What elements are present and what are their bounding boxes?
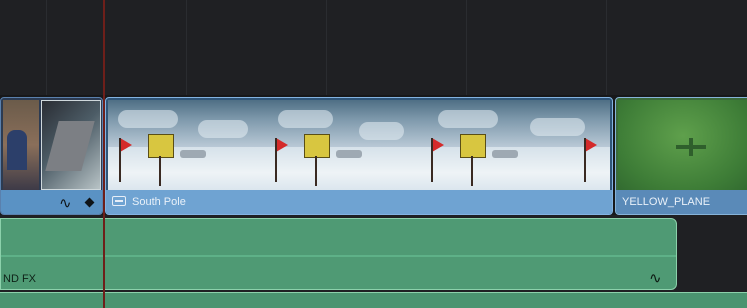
playhead[interactable] <box>103 0 105 308</box>
clip-label-text: YELLOW_PLANE <box>622 196 711 209</box>
clip-label-text: South Pole <box>132 196 186 209</box>
clip-thumbnail <box>420 100 610 190</box>
clip-thumbnail-selected <box>41 100 101 190</box>
flag-image <box>585 138 597 152</box>
audio-clip-label: ND FX <box>3 273 36 285</box>
video-clip-icon <box>112 196 126 207</box>
clip-thumbnail <box>108 100 264 190</box>
sign-image <box>148 134 174 158</box>
grid-line <box>46 0 47 95</box>
clip-previous[interactable]: ∿ <box>0 97 103 215</box>
clip-label: South Pole <box>106 190 612 214</box>
plane-shadow <box>689 138 693 156</box>
poster-image <box>45 121 95 171</box>
audio-clip[interactable]: ND FX ∿ <box>0 218 677 290</box>
flag-image <box>276 138 288 152</box>
clip-thumbnail <box>264 100 420 190</box>
flag-image <box>120 138 132 152</box>
sign-image <box>460 134 486 158</box>
clip-thumbnail <box>618 100 747 190</box>
timeline[interactable]: ∿ South Pole YELLOW_PLANE ND FX ∿ <box>0 0 747 308</box>
clip-yellow-plane[interactable]: YELLOW_PLANE <box>615 97 747 215</box>
clip-thumbnail <box>3 100 39 190</box>
plane-image <box>492 150 518 158</box>
plane-image <box>180 150 206 158</box>
flag-image <box>432 138 444 152</box>
audio-clip-lower[interactable] <box>0 292 747 308</box>
grid-line <box>326 0 327 95</box>
grid-line <box>186 0 187 95</box>
grid-line <box>606 0 607 95</box>
clip-south-pole[interactable]: South Pole <box>105 97 613 215</box>
grid-line <box>466 0 467 95</box>
plane-image <box>336 150 362 158</box>
audio-waveform-icon[interactable]: ∿ <box>649 269 662 287</box>
clip-label: YELLOW_PLANE <box>616 190 747 214</box>
person-figure <box>7 130 27 170</box>
sign-image <box>304 134 330 158</box>
audio-waveform-icon[interactable]: ∿ <box>59 194 72 212</box>
